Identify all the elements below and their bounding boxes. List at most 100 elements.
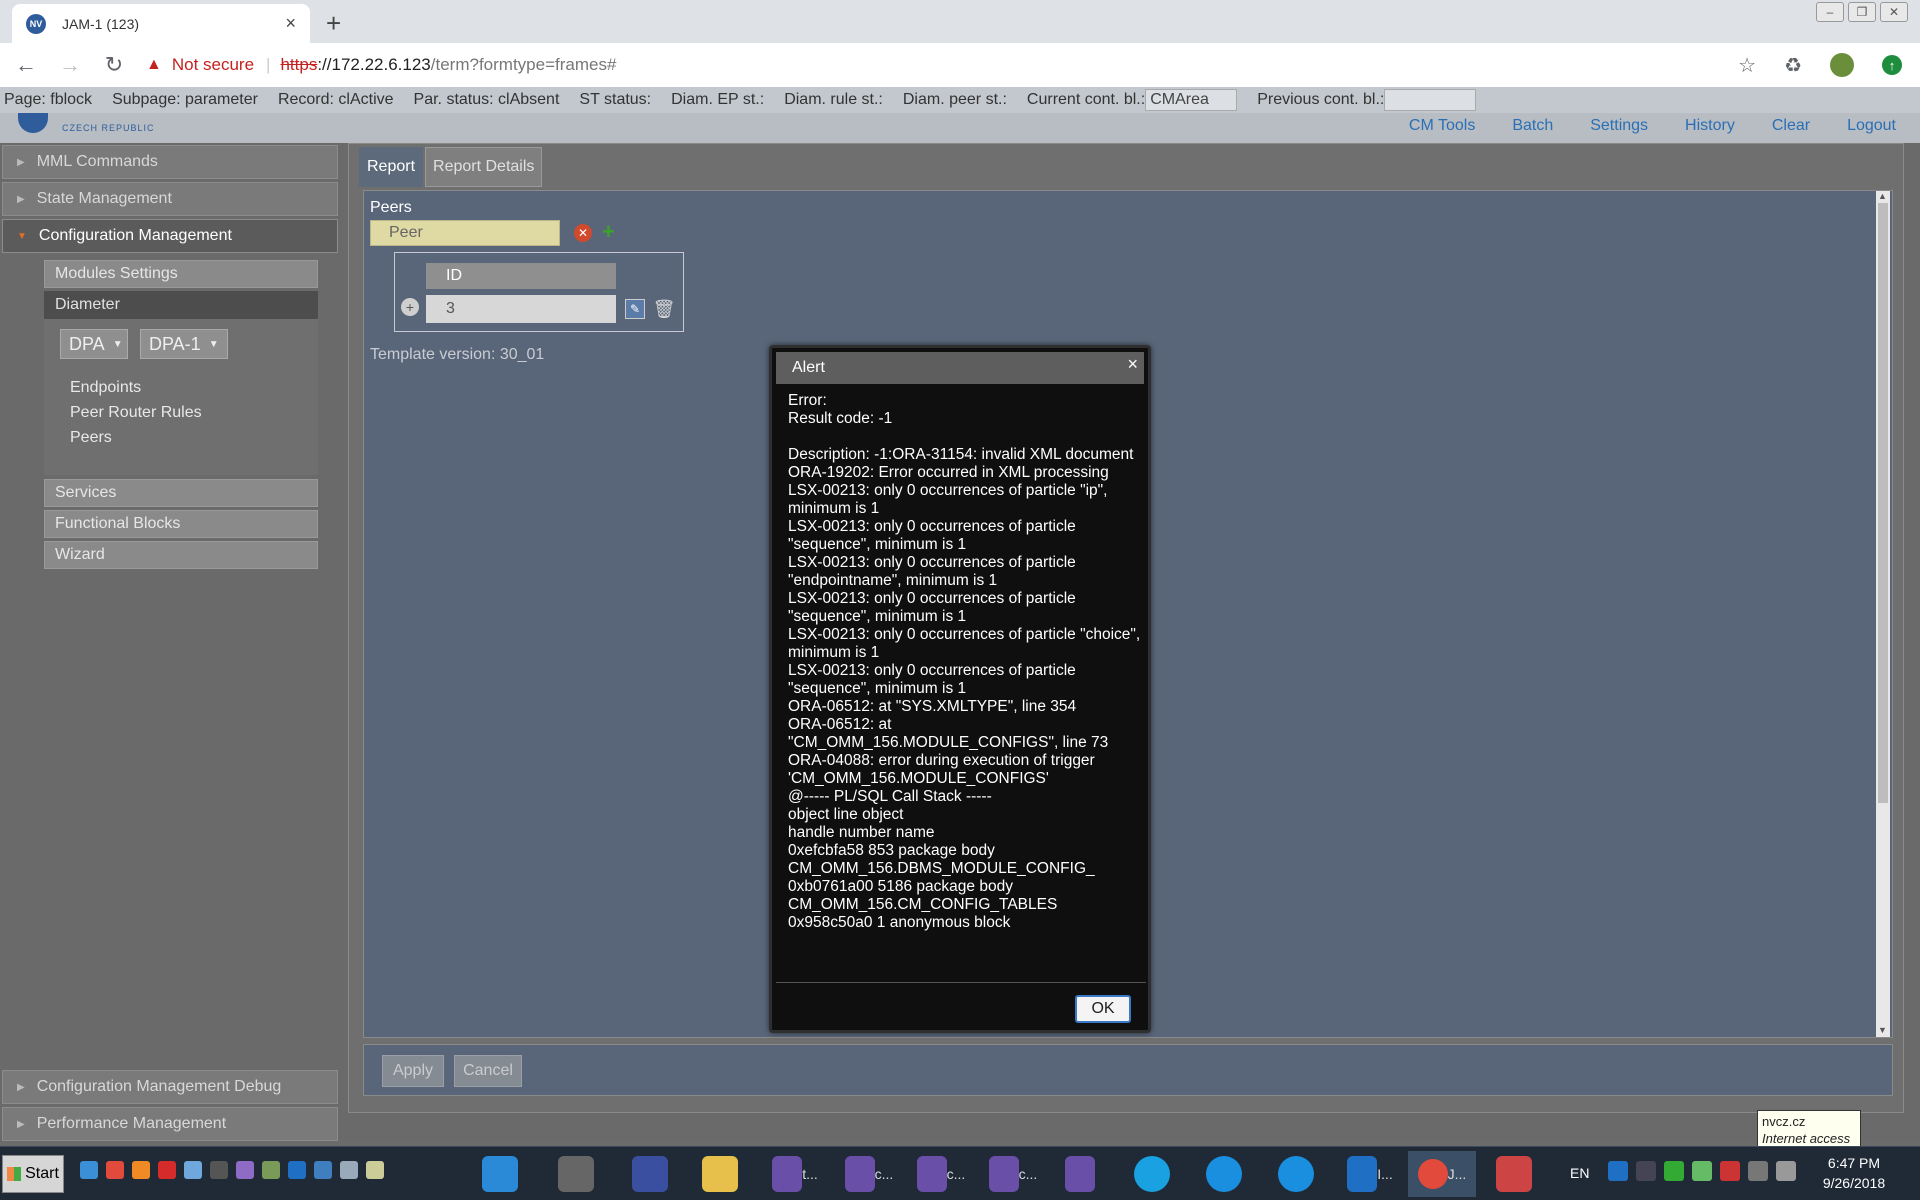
scroll-up-icon[interactable]: ▲ bbox=[1878, 191, 1887, 201]
ok-button[interactable]: OK bbox=[1075, 995, 1131, 1023]
tray-icon[interactable] bbox=[1664, 1161, 1684, 1181]
sidebar-section-mml[interactable]: ▶ MML Commands bbox=[2, 145, 338, 179]
sidebar-section-perf[interactable]: ▶ Performance Management bbox=[2, 1107, 338, 1141]
tab-title: JAM-1 (123) bbox=[62, 15, 140, 32]
sidebar-section-state[interactable]: ▶ State Management bbox=[2, 182, 338, 216]
scroll-down-icon[interactable]: ▼ bbox=[1878, 1025, 1887, 1035]
nav-settings[interactable]: Settings bbox=[1590, 117, 1648, 135]
cancel-button[interactable]: Cancel bbox=[454, 1055, 522, 1087]
apply-button[interactable]: Apply bbox=[382, 1055, 444, 1087]
sidebar-item-modules[interactable]: Modules Settings bbox=[44, 260, 318, 288]
ie-quicklaunch-icon[interactable] bbox=[80, 1161, 98, 1179]
app-quicklaunch-icon[interactable] bbox=[262, 1161, 280, 1179]
status-diam-peer: Diam. peer st.: bbox=[902, 91, 1007, 108]
sidebar-item-wizard[interactable]: Wizard bbox=[44, 541, 318, 569]
taskbar-save[interactable] bbox=[620, 1151, 680, 1197]
firefox-quicklaunch-icon[interactable] bbox=[132, 1161, 150, 1179]
sidebar-section-config-debug[interactable]: ▶ Configuration Management Debug bbox=[2, 1070, 338, 1104]
dpa-instance-select[interactable]: DPA-1 ▼ bbox=[140, 329, 228, 359]
opera-quicklaunch-icon[interactable] bbox=[158, 1161, 176, 1179]
profile-avatar[interactable] bbox=[1830, 53, 1854, 77]
link-peers[interactable]: Peers bbox=[70, 429, 112, 447]
alert-close-icon[interactable]: × bbox=[1127, 354, 1138, 375]
nav-batch[interactable]: Batch bbox=[1512, 117, 1553, 135]
tab-report-details[interactable]: Report Details bbox=[425, 147, 543, 187]
tab-report[interactable]: Report bbox=[359, 147, 424, 187]
nav-history[interactable]: History bbox=[1685, 117, 1735, 135]
nav-clear[interactable]: Clear bbox=[1772, 117, 1810, 135]
add-row-icon[interactable]: + bbox=[401, 298, 419, 316]
app-quicklaunch-icon[interactable] bbox=[340, 1161, 358, 1179]
outlook-quicklaunch-icon[interactable] bbox=[288, 1161, 306, 1179]
omnibox-separator: | bbox=[266, 55, 271, 74]
new-tab-button[interactable]: + bbox=[326, 8, 341, 39]
add-icon[interactable]: + bbox=[602, 219, 615, 245]
taskbar-vs-2[interactable]: c... bbox=[834, 1151, 904, 1197]
browser-toolbar: ← → ↻ ▲ Not secure | https://172.22.6.12… bbox=[0, 43, 1920, 87]
taskbar-explorer[interactable] bbox=[690, 1151, 750, 1197]
link-peer-router-rules[interactable]: Peer Router Rules bbox=[70, 404, 202, 422]
logo-subtitle: CZECH REPUBLIC bbox=[62, 123, 155, 133]
network-tray-icon[interactable] bbox=[1748, 1161, 1768, 1181]
dpa-select[interactable]: DPA ▼ bbox=[60, 329, 128, 359]
nav-logout[interactable]: Logout bbox=[1847, 117, 1896, 135]
close-window-icon[interactable]: ✕ bbox=[1880, 2, 1908, 22]
vs-quicklaunch-icon[interactable] bbox=[236, 1161, 254, 1179]
address-bar[interactable]: ▲ Not secure | https://172.22.6.123/term… bbox=[146, 55, 1738, 75]
taskbar-clock[interactable]: 6:47 PM 9/26/2018 bbox=[1816, 1153, 1892, 1193]
taskbar-vs-3[interactable]: c... bbox=[906, 1151, 976, 1197]
taskbar-chat-2[interactable] bbox=[1268, 1151, 1324, 1197]
update-icon[interactable]: ↑ bbox=[1882, 55, 1902, 75]
link-endpoints[interactable]: Endpoints bbox=[70, 379, 141, 397]
taskbar-chrome[interactable]: J... bbox=[1408, 1151, 1476, 1197]
remove-icon[interactable]: ✕ bbox=[574, 224, 592, 242]
content-scrollbar[interactable]: ▲ ▼ bbox=[1876, 191, 1890, 1037]
chrome-quicklaunch-icon[interactable] bbox=[106, 1161, 124, 1179]
status-par: Par. status: clAbsent bbox=[413, 91, 560, 108]
taskbar-vs-1[interactable]: t... bbox=[760, 1151, 830, 1197]
sidebar-section-config[interactable]: ▼ Configuration Management bbox=[2, 219, 338, 253]
status-strip: Page: fblock Subpage: parameter Record: … bbox=[0, 87, 1920, 113]
app-quicklaunch-icon[interactable] bbox=[314, 1161, 332, 1179]
bookmark-star-icon[interactable]: ☆ bbox=[1738, 53, 1756, 78]
nav-cm-tools[interactable]: CM Tools bbox=[1409, 117, 1475, 135]
sidebar-item-functional-blocks[interactable]: Functional Blocks bbox=[44, 510, 318, 538]
scroll-thumb[interactable] bbox=[1878, 203, 1888, 803]
app-quicklaunch-icon[interactable] bbox=[210, 1161, 228, 1179]
taskbar-chat-1[interactable] bbox=[1196, 1151, 1252, 1197]
tray-icon[interactable] bbox=[1636, 1161, 1656, 1181]
sidebar-item-diameter[interactable]: Diameter bbox=[44, 291, 318, 319]
taskbar-snip[interactable] bbox=[1486, 1151, 1542, 1197]
taskbar-skype[interactable] bbox=[1124, 1151, 1180, 1197]
url-host: ://172.22.6.123 bbox=[317, 55, 431, 74]
browser-tab[interactable]: NV JAM-1 (123) × bbox=[12, 4, 310, 43]
minimize-icon[interactable]: – bbox=[1816, 2, 1844, 22]
start-button[interactable]: Start bbox=[2, 1155, 64, 1193]
reload-icon[interactable]: ↻ bbox=[96, 47, 132, 83]
taskbar-outlook[interactable]: I... bbox=[1338, 1151, 1402, 1197]
dropdown-arrow-icon: ▼ bbox=[112, 338, 123, 350]
taskbar: Start t... c... c... c... I... J... EN 6… bbox=[0, 1146, 1920, 1200]
app-quicklaunch-icon[interactable] bbox=[184, 1161, 202, 1179]
outlook-tray-icon[interactable] bbox=[1608, 1161, 1628, 1181]
back-icon[interactable]: ← bbox=[8, 47, 44, 83]
trash-icon[interactable]: 🗑 bbox=[653, 299, 676, 319]
forward-icon[interactable]: → bbox=[52, 47, 88, 83]
restore-icon[interactable]: ❐ bbox=[1848, 2, 1876, 22]
tab-close-icon[interactable]: × bbox=[285, 13, 296, 34]
tray-icon[interactable] bbox=[1720, 1161, 1740, 1181]
peer-field[interactable]: Peer bbox=[370, 220, 560, 246]
app-quicklaunch-icon[interactable] bbox=[366, 1161, 384, 1179]
taskbar-app-label: I... bbox=[1377, 1166, 1393, 1182]
extension-recycle-icon[interactable]: ♻ bbox=[1784, 53, 1802, 78]
volume-tray-icon[interactable] bbox=[1776, 1161, 1796, 1181]
edit-icon[interactable]: ✎ bbox=[625, 299, 645, 319]
tray-icon[interactable] bbox=[1692, 1161, 1712, 1181]
id-value-cell[interactable]: 3 bbox=[426, 295, 616, 323]
taskbar-app[interactable] bbox=[546, 1151, 606, 1197]
taskbar-vs-5[interactable] bbox=[1050, 1151, 1110, 1197]
sidebar-item-services[interactable]: Services bbox=[44, 479, 318, 507]
taskbar-ie[interactable] bbox=[470, 1151, 530, 1197]
taskbar-vs-4[interactable]: c... bbox=[978, 1151, 1048, 1197]
language-indicator[interactable]: EN bbox=[1570, 1165, 1589, 1181]
